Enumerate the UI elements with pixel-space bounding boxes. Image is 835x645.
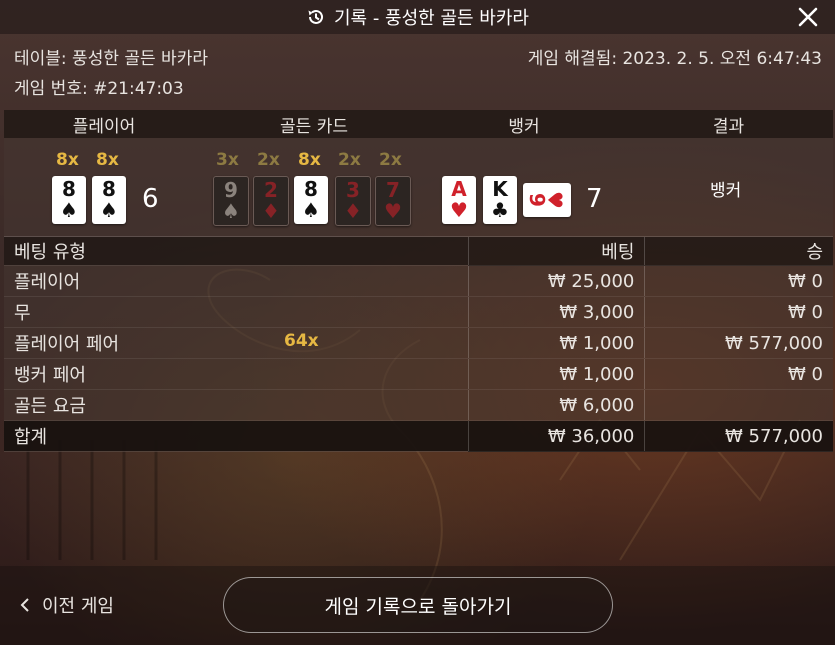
win-amount: ₩ 0	[644, 296, 833, 328]
bet-type: 골든 요금	[4, 389, 469, 421]
previous-game-label: 이전 게임	[42, 596, 114, 617]
golden-card-multiplier: 2x	[257, 150, 280, 170]
win-amount: ₩ 0	[644, 265, 833, 297]
result-value: 뱅커	[710, 181, 742, 201]
golden-card: 7 ♥	[375, 176, 411, 226]
game-meta: 테이블: 풍성한 골든 바카라 게임 해결됨: 2023. 2. 5. 오전 6…	[14, 44, 822, 104]
payout-multiplier: 64x	[284, 331, 319, 351]
header-win: 승	[644, 237, 833, 266]
columns-header: 플레이어 골든 카드 뱅커 결과	[4, 110, 833, 138]
player-card: 8 ♠	[92, 176, 126, 224]
col-result: 결과	[712, 116, 745, 137]
golden-card-multiplier: 8x	[298, 150, 321, 170]
table-row: 무 ₩ 3,000 ₩ 0	[4, 296, 833, 328]
win-amount	[644, 389, 833, 421]
previous-game-button[interactable]: 이전 게임	[20, 592, 114, 618]
cards-row: 8x 8x 8 ♠ 8 ♠ 6 3x 2x 8x 2x 2x 9 ♠ 2 ♦ 8 ♠ 3 ♦…	[4, 138, 833, 237]
table-row: 뱅커 페어 ₩ 1,000 ₩ 0	[4, 358, 833, 390]
header-bet: 베팅	[467, 237, 645, 266]
back-to-history-label: 게임 기록으로 돌아가기	[324, 595, 512, 618]
total-win: ₩ 577,000	[644, 420, 833, 452]
bet-type: 플레이어	[4, 265, 469, 297]
bet-type: 플레이어 페어	[14, 334, 120, 355]
player-card: 8 ♠	[52, 176, 86, 224]
results-panel: 플레이어 골든 카드 뱅커 결과 8x 8x 8 ♠ 8 ♠ 6 3x 2x 8x …	[4, 110, 833, 452]
bet-amount: ₩ 3,000	[467, 296, 645, 328]
col-golden-cards: 골든 카드	[280, 116, 348, 137]
total-row: 합계 ₩ 36,000 ₩ 577,000	[4, 420, 833, 452]
bet-amount: ₩ 1,000	[467, 327, 645, 359]
bets-table-header: 베팅 유형 베팅 승	[4, 237, 833, 266]
bet-type: 무	[4, 296, 469, 328]
golden-card: 8 ♠	[294, 176, 328, 224]
history-icon	[306, 7, 326, 27]
footer-bar: 이전 게임 게임 기록으로 돌아가기	[0, 566, 835, 645]
dialog-title: 기록 - 풍성한 골든 바카라	[334, 8, 529, 29]
resolved-time: 게임 해결됨: 2023. 2. 5. 오전 6:47:43	[527, 49, 822, 69]
banker-card: A ♥	[442, 176, 476, 224]
bet-amount: ₩ 25,000	[467, 265, 645, 297]
table-name: 테이블: 풍성한 골든 바카라	[14, 49, 208, 69]
total-label: 합계	[4, 420, 469, 452]
total-bet: ₩ 36,000	[467, 420, 645, 452]
dialog-header: 기록 - 풍성한 골든 바카라	[0, 0, 835, 34]
bet-amount: ₩ 1,000	[467, 358, 645, 390]
game-number: 게임 번호: #21:47:03	[14, 79, 184, 99]
golden-card: 9 ♠	[213, 176, 249, 226]
close-icon	[798, 7, 818, 27]
banker-score: 7	[586, 184, 603, 214]
table-row: 골든 요금 ₩ 6,000	[4, 389, 833, 421]
bet-type: 뱅커 페어	[4, 358, 469, 390]
bets-table: 베팅 유형 베팅 승 플레이어 ₩ 25,000 ₩ 0 무 ₩ 3,000 ₩…	[4, 237, 833, 452]
golden-card: 2 ♦	[253, 176, 289, 226]
golden-card-multiplier: 3x	[216, 150, 239, 170]
close-button[interactable]	[795, 4, 821, 30]
golden-card-multiplier: 2x	[379, 150, 402, 170]
bet-amount: ₩ 6,000	[467, 389, 645, 421]
col-banker: 뱅커	[508, 116, 540, 137]
banker-card-third: 9 ♥	[523, 183, 571, 217]
table-row: 플레이어 페어 64x ₩ 1,000 ₩ 577,000	[4, 327, 833, 359]
chevron-left-icon	[20, 598, 30, 612]
table-row: 플레이어 ₩ 25,000 ₩ 0	[4, 265, 833, 297]
player-card-multiplier: 8x	[56, 150, 79, 170]
back-to-history-button[interactable]: 게임 기록으로 돌아가기	[223, 577, 613, 633]
player-score: 6	[142, 184, 159, 214]
banker-card: K ♣	[483, 176, 517, 224]
win-amount: ₩ 577,000	[644, 327, 833, 359]
win-amount: ₩ 0	[644, 358, 833, 390]
golden-card: 3 ♦	[335, 176, 371, 226]
player-card-multiplier: 8x	[96, 150, 119, 170]
col-player: 플레이어	[72, 116, 136, 137]
header-bet-type: 베팅 유형	[4, 237, 469, 266]
golden-card-multiplier: 2x	[338, 150, 361, 170]
